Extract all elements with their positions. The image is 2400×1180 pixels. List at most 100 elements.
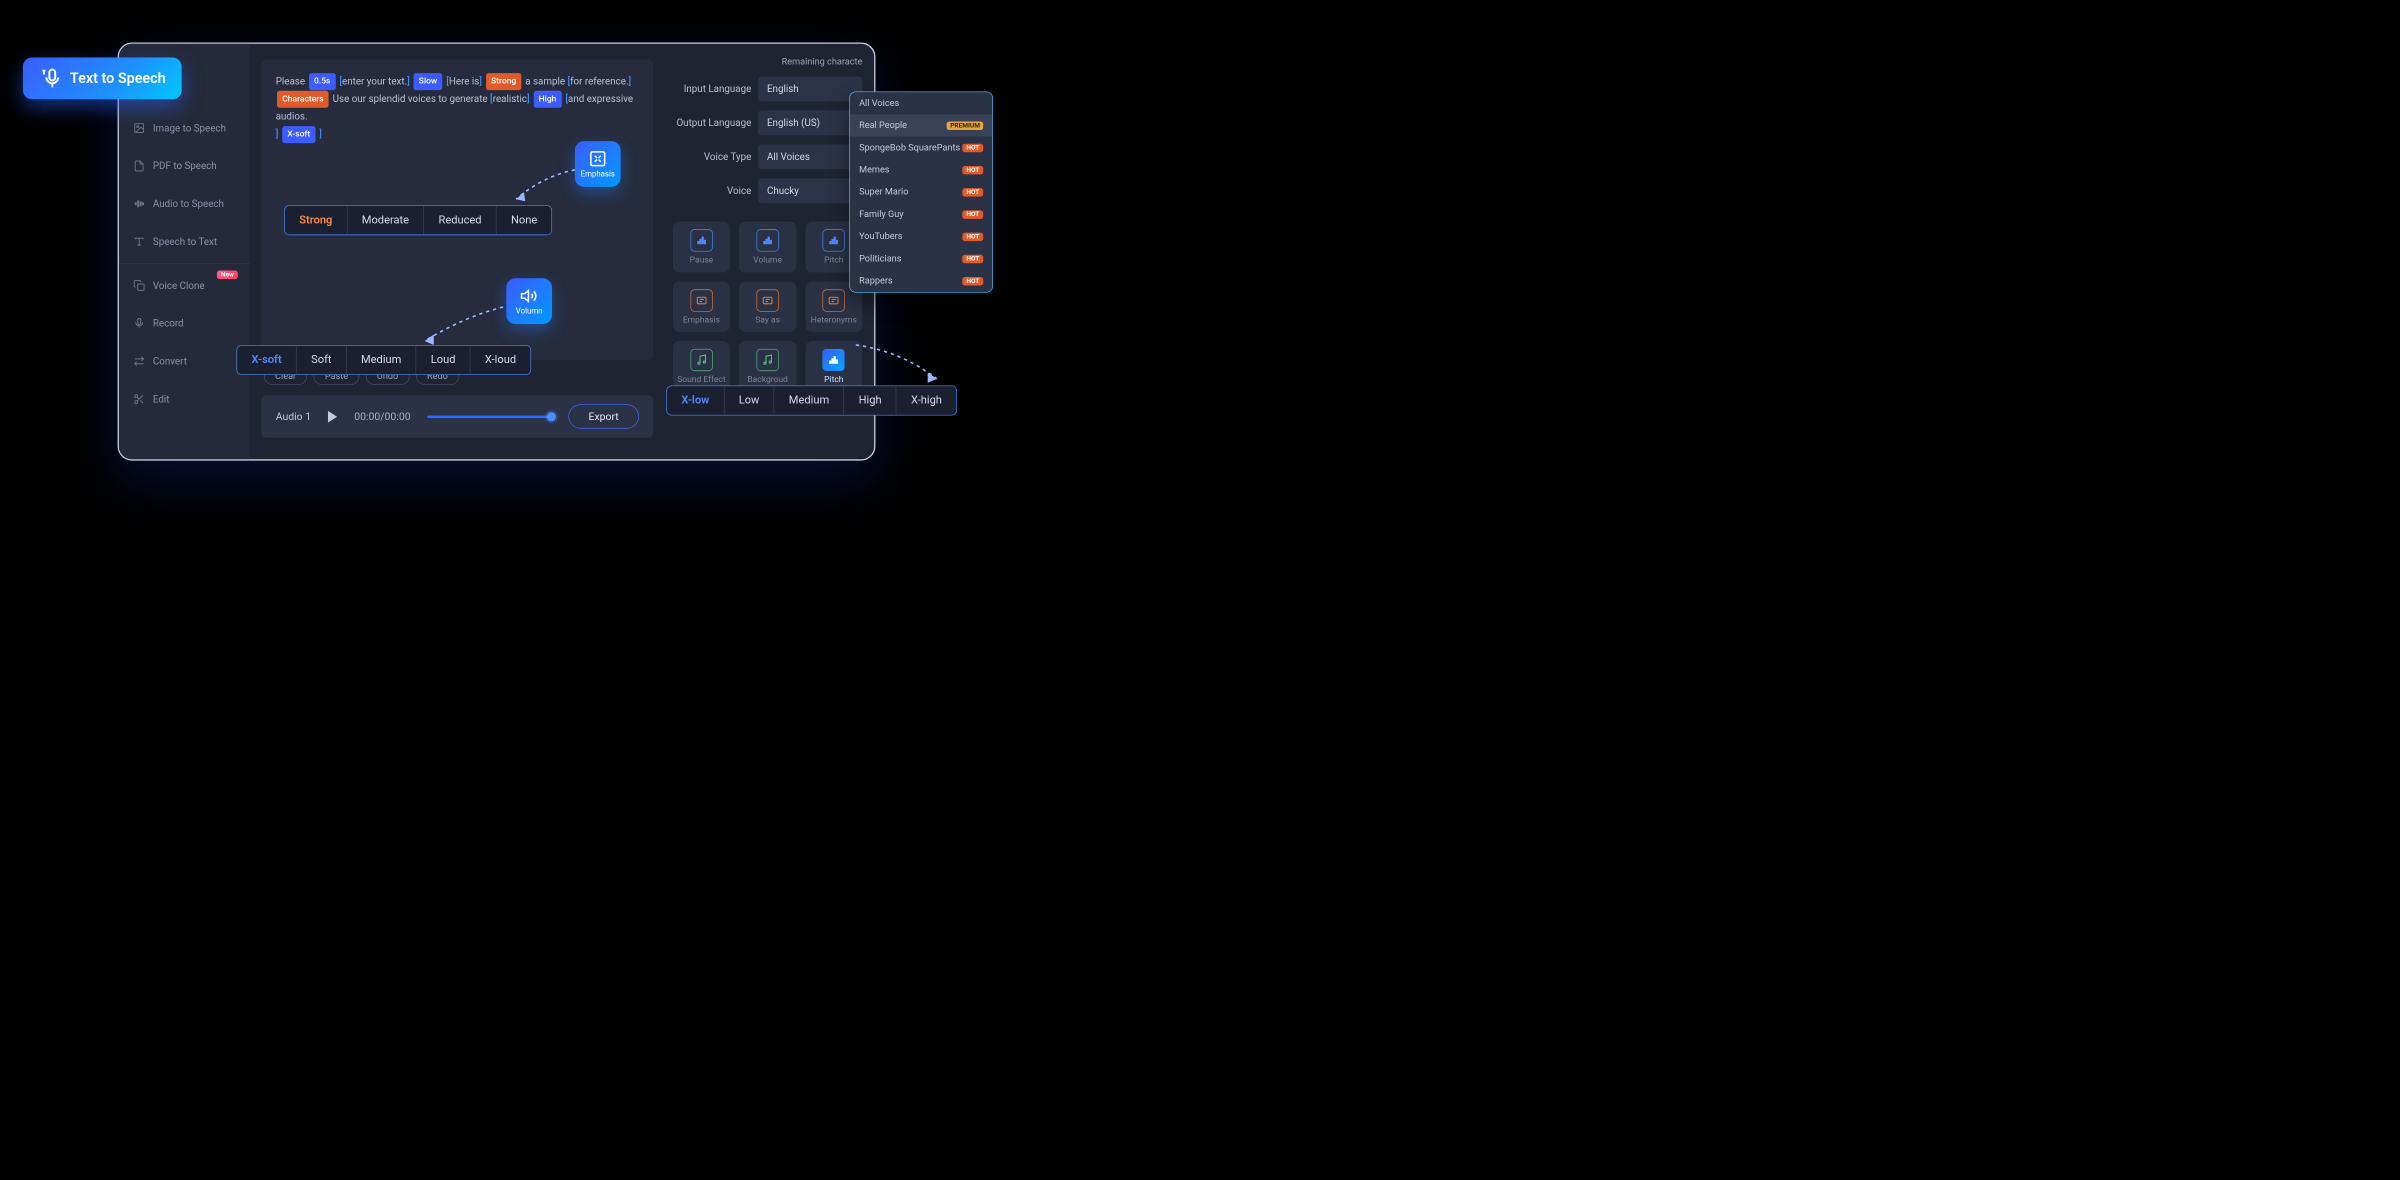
- volume-icon: [520, 287, 538, 305]
- hot-badge: HOT: [962, 232, 983, 240]
- option-high[interactable]: High: [844, 386, 896, 415]
- audio-progress[interactable]: [428, 415, 552, 418]
- editor-text: Please: [276, 75, 305, 87]
- editor-text: a sample: [525, 75, 567, 87]
- voice-option-super-mario[interactable]: Super MarioHOT: [850, 181, 992, 203]
- new-badge: New: [217, 270, 238, 278]
- sidebar-label: Speech to Text: [153, 236, 217, 248]
- sidebar-label: Image to Speech: [153, 122, 226, 134]
- voice-type-dropdown: All Voices Real PeoplePREMIUMSpongeBob Sq…: [849, 91, 993, 292]
- sidebar-item-record[interactable]: Record: [119, 304, 250, 342]
- option-moderate[interactable]: Moderate: [347, 206, 424, 235]
- voice-option-label: All Voices: [859, 98, 899, 108]
- option-strong[interactable]: Strong: [285, 206, 348, 235]
- sidebar-item-edit[interactable]: Edit: [119, 380, 250, 418]
- select-value: English (US): [767, 117, 820, 129]
- voice-type-select[interactable]: All Voices: [758, 144, 863, 169]
- voice-select[interactable]: Chucky: [758, 178, 863, 203]
- sayas-tag[interactable]: Characters: [277, 91, 329, 108]
- remaining-characters-label: Remaining characte: [782, 57, 863, 67]
- hot-badge: HOT: [962, 210, 983, 218]
- bracket-icon: ]: [407, 75, 410, 87]
- effect-label: Pitch: [824, 375, 843, 385]
- play-button[interactable]: [328, 411, 337, 423]
- editor-text: enter your text.: [342, 75, 407, 87]
- sidebar-item-voice-clone[interactable]: New Voice Clone: [119, 267, 250, 305]
- premium-badge: PREMIUM: [947, 121, 983, 129]
- effect-tile-pause[interactable]: Pause: [673, 221, 730, 272]
- voice-option-spongebob-squarepants[interactable]: SpongeBob SquarePantsHOT: [850, 137, 992, 159]
- speed-tag[interactable]: Slow: [414, 73, 443, 90]
- scissors-icon: [133, 393, 145, 405]
- option-reduced[interactable]: Reduced: [424, 206, 496, 235]
- select-value: English: [767, 83, 799, 95]
- input-language-select[interactable]: English: [758, 76, 863, 101]
- pause-tag[interactable]: 0.5s: [309, 73, 336, 90]
- effect-label: Emphasis: [683, 315, 720, 325]
- effect-label: Heteronyms: [811, 315, 857, 325]
- voice-option-rappers[interactable]: Rappers HOT: [850, 270, 992, 292]
- effect-label: Say as: [755, 315, 780, 325]
- sidebar-divider: [119, 263, 250, 264]
- export-button[interactable]: Export: [568, 404, 639, 428]
- effect-tile-volume[interactable]: Volume: [739, 221, 796, 272]
- volume-tag[interactable]: X-soft: [282, 126, 315, 143]
- voice-option-memes[interactable]: MemesHOT: [850, 159, 992, 181]
- audio-icon: [133, 198, 145, 210]
- pitch-tag[interactable]: High: [533, 91, 561, 108]
- sidebar-item-convert[interactable]: Convert: [119, 342, 250, 380]
- effect-tile-emphasis[interactable]: Emphasis: [673, 281, 730, 332]
- voice-option-politicians[interactable]: PoliticiansHOT: [850, 248, 992, 270]
- bracket-icon: ]: [276, 128, 279, 140]
- voice-option-real-people[interactable]: Real PeoplePREMIUM: [850, 114, 992, 136]
- option-none[interactable]: None: [497, 206, 552, 235]
- emphasis-tag[interactable]: Strong: [486, 73, 522, 90]
- emphasis-callout: Emphasis: [575, 141, 621, 187]
- option-soft[interactable]: Soft: [297, 346, 347, 375]
- sidebar-item-image-to-speech[interactable]: Image to Speech: [119, 109, 250, 147]
- sidebar-label: Record: [153, 318, 184, 330]
- bracket-icon: ]: [479, 75, 482, 87]
- text-icon: [133, 236, 145, 248]
- sidebar-item-audio-to-speech[interactable]: Audio to Speech: [119, 185, 250, 223]
- voice-option-label: Rappers: [859, 276, 893, 286]
- progress-thumb[interactable]: [547, 412, 556, 421]
- effects-grid: PauseVolume Pitch Emphasis Say as Heteronyms…: [673, 221, 862, 402]
- pdf-icon: [133, 160, 145, 172]
- emphasis-options: StrongModerateReducedNone: [284, 205, 552, 235]
- option-medium[interactable]: Medium: [347, 346, 417, 375]
- input-language-label: Input Language: [673, 83, 751, 95]
- option-x-high[interactable]: X-high: [897, 386, 957, 415]
- badge-label: Text to Speech: [70, 70, 166, 86]
- clone-icon: [133, 280, 145, 292]
- option-x-soft[interactable]: X-soft: [237, 346, 297, 375]
- editor-column: Please 0.5s [enter your text.] Slow [Her…: [250, 44, 665, 459]
- select-value: All Voices: [767, 151, 810, 163]
- record-icon: [133, 318, 145, 330]
- pitch-icon: [823, 349, 845, 371]
- hot-badge: HOT: [962, 188, 983, 196]
- sidebar-label: Voice Clone: [153, 280, 205, 292]
- sidebar-item-speech-to-text[interactable]: Speech to Text: [119, 223, 250, 261]
- sidebar-item-pdf-to-speech[interactable]: PDF to Speech: [119, 147, 250, 185]
- editor-text: realistic: [493, 93, 527, 105]
- pause-icon: [690, 229, 712, 251]
- voice-option-label: Politicians: [859, 253, 901, 263]
- option-x-low[interactable]: X-low: [667, 386, 724, 415]
- option-x-loud[interactable]: X-loud: [471, 346, 531, 375]
- option-low[interactable]: Low: [724, 386, 774, 415]
- voice-option-youtubers[interactable]: YouTubersHOT: [850, 225, 992, 247]
- voice-option-all-voices[interactable]: All Voices: [850, 92, 992, 114]
- say-as-icon: [757, 289, 779, 311]
- voice-option-family-guy[interactable]: Family GuyHOT: [850, 203, 992, 225]
- sidebar-label: Convert: [153, 355, 187, 367]
- option-loud[interactable]: Loud: [416, 346, 470, 375]
- volume-options: X-softSoftMediumLoudX-loud: [236, 345, 531, 375]
- hot-badge: HOT: [962, 277, 983, 285]
- volume-callout-label: Volumn: [516, 306, 543, 315]
- option-medium[interactable]: Medium: [774, 386, 844, 415]
- editor-text: for reference.: [570, 75, 628, 87]
- effect-tile-say-as[interactable]: Say as: [739, 281, 796, 332]
- output-language-select[interactable]: English (US): [758, 110, 863, 135]
- emphasis-icon: [589, 150, 607, 168]
